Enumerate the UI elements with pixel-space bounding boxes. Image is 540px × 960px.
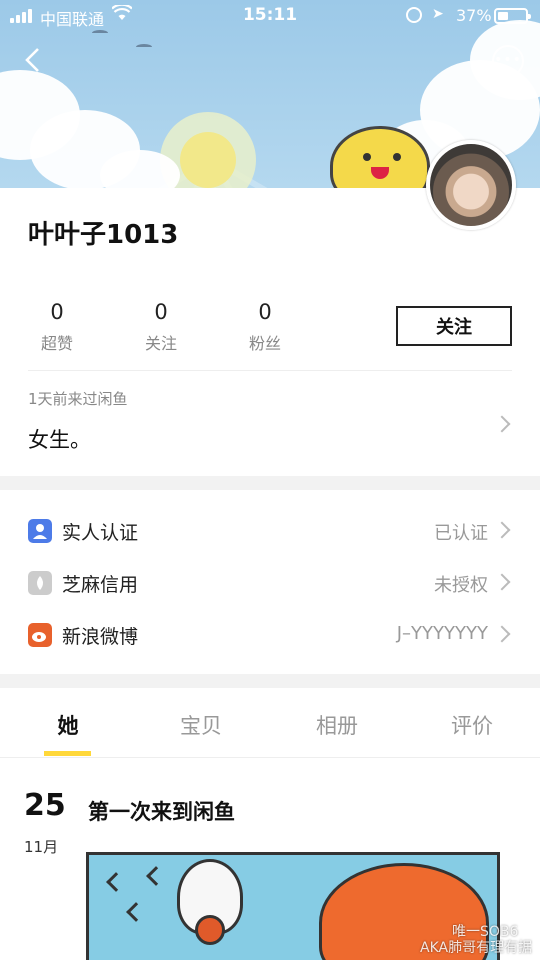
verification-label: 新浪微博 <box>62 626 139 648</box>
stat-value: 0 <box>50 300 64 324</box>
watermark-line: AKA肺哥有理有据 <box>420 940 533 956</box>
verification-row-real-person[interactable]: 实人认证 已认证 <box>0 504 540 556</box>
chevron-right-icon <box>493 625 511 643</box>
watermark-line: 唯一SOB6 <box>452 924 519 940</box>
rotation-lock-icon <box>406 7 422 23</box>
stat-value: 0 <box>154 300 168 324</box>
stat-label: 粉丝 <box>248 334 281 353</box>
active-tab-indicator <box>44 751 91 756</box>
weibo-icon <box>28 623 52 647</box>
feed-title: 第一次来到闲鱼 <box>88 800 235 824</box>
stat-label: 超赞 <box>40 334 73 353</box>
username: 叶叶子1013 <box>28 220 179 250</box>
feed-day: 25 <box>24 788 66 823</box>
person-verified-icon <box>28 519 52 543</box>
chevron-right-icon <box>493 573 511 591</box>
profile-tabs: 她 宝贝 相册 评价 <box>0 688 540 758</box>
verification-list: 实人认证 已认证 芝麻信用 未授权 新浪微博 J–YYYYYYY <box>0 490 540 674</box>
more-options-button[interactable]: ••• <box>492 45 524 77</box>
watermark: 唯一SOB6 AKA肺哥有理有据 <box>396 924 532 956</box>
feed-month: 11月 <box>24 838 59 856</box>
bio-text[interactable]: 女生。 <box>28 424 91 454</box>
tab-her[interactable]: 她 <box>28 710 108 740</box>
verification-value: J–YYYYYYY <box>396 623 488 644</box>
tab-reviews[interactable]: 评价 <box>432 710 512 740</box>
sun-icon <box>180 132 236 188</box>
back-button[interactable] <box>20 46 48 74</box>
sesame-credit-icon <box>28 571 52 595</box>
avatar[interactable] <box>426 140 516 230</box>
verification-row-weibo[interactable]: 新浪微博 J–YYYYYYY <box>0 608 540 660</box>
location-arrow-icon: ➤ <box>432 6 444 22</box>
chevron-right-icon <box>493 521 511 539</box>
last-seen-text: 1天前来过闲鱼 <box>28 390 128 408</box>
verification-label: 芝麻信用 <box>62 574 139 596</box>
verification-label: 实人认证 <box>62 522 139 544</box>
stat-followers[interactable]: 0 粉丝 <box>235 300 295 354</box>
verification-value: 已认证 <box>434 523 488 544</box>
stat-likes[interactable]: 0 超赞 <box>27 300 87 354</box>
stat-label: 关注 <box>144 334 177 353</box>
tab-album[interactable]: 相册 <box>297 710 377 740</box>
tab-items[interactable]: 宝贝 <box>161 710 241 740</box>
follow-button[interactable]: 关注 <box>396 306 512 346</box>
flower-icon <box>195 915 225 945</box>
stat-value: 0 <box>258 300 272 324</box>
bird-icon <box>136 44 152 50</box>
stat-following[interactable]: 0 关注 <box>131 300 191 354</box>
divider <box>28 370 512 371</box>
verification-row-sesame[interactable]: 芝麻信用 未授权 <box>0 556 540 608</box>
verification-value: 未授权 <box>434 575 488 596</box>
status-bar: 中国联通 15:11 ➤ 37% <box>0 0 540 32</box>
battery-icon <box>494 8 531 24</box>
battery-percent: 37% <box>456 6 492 25</box>
